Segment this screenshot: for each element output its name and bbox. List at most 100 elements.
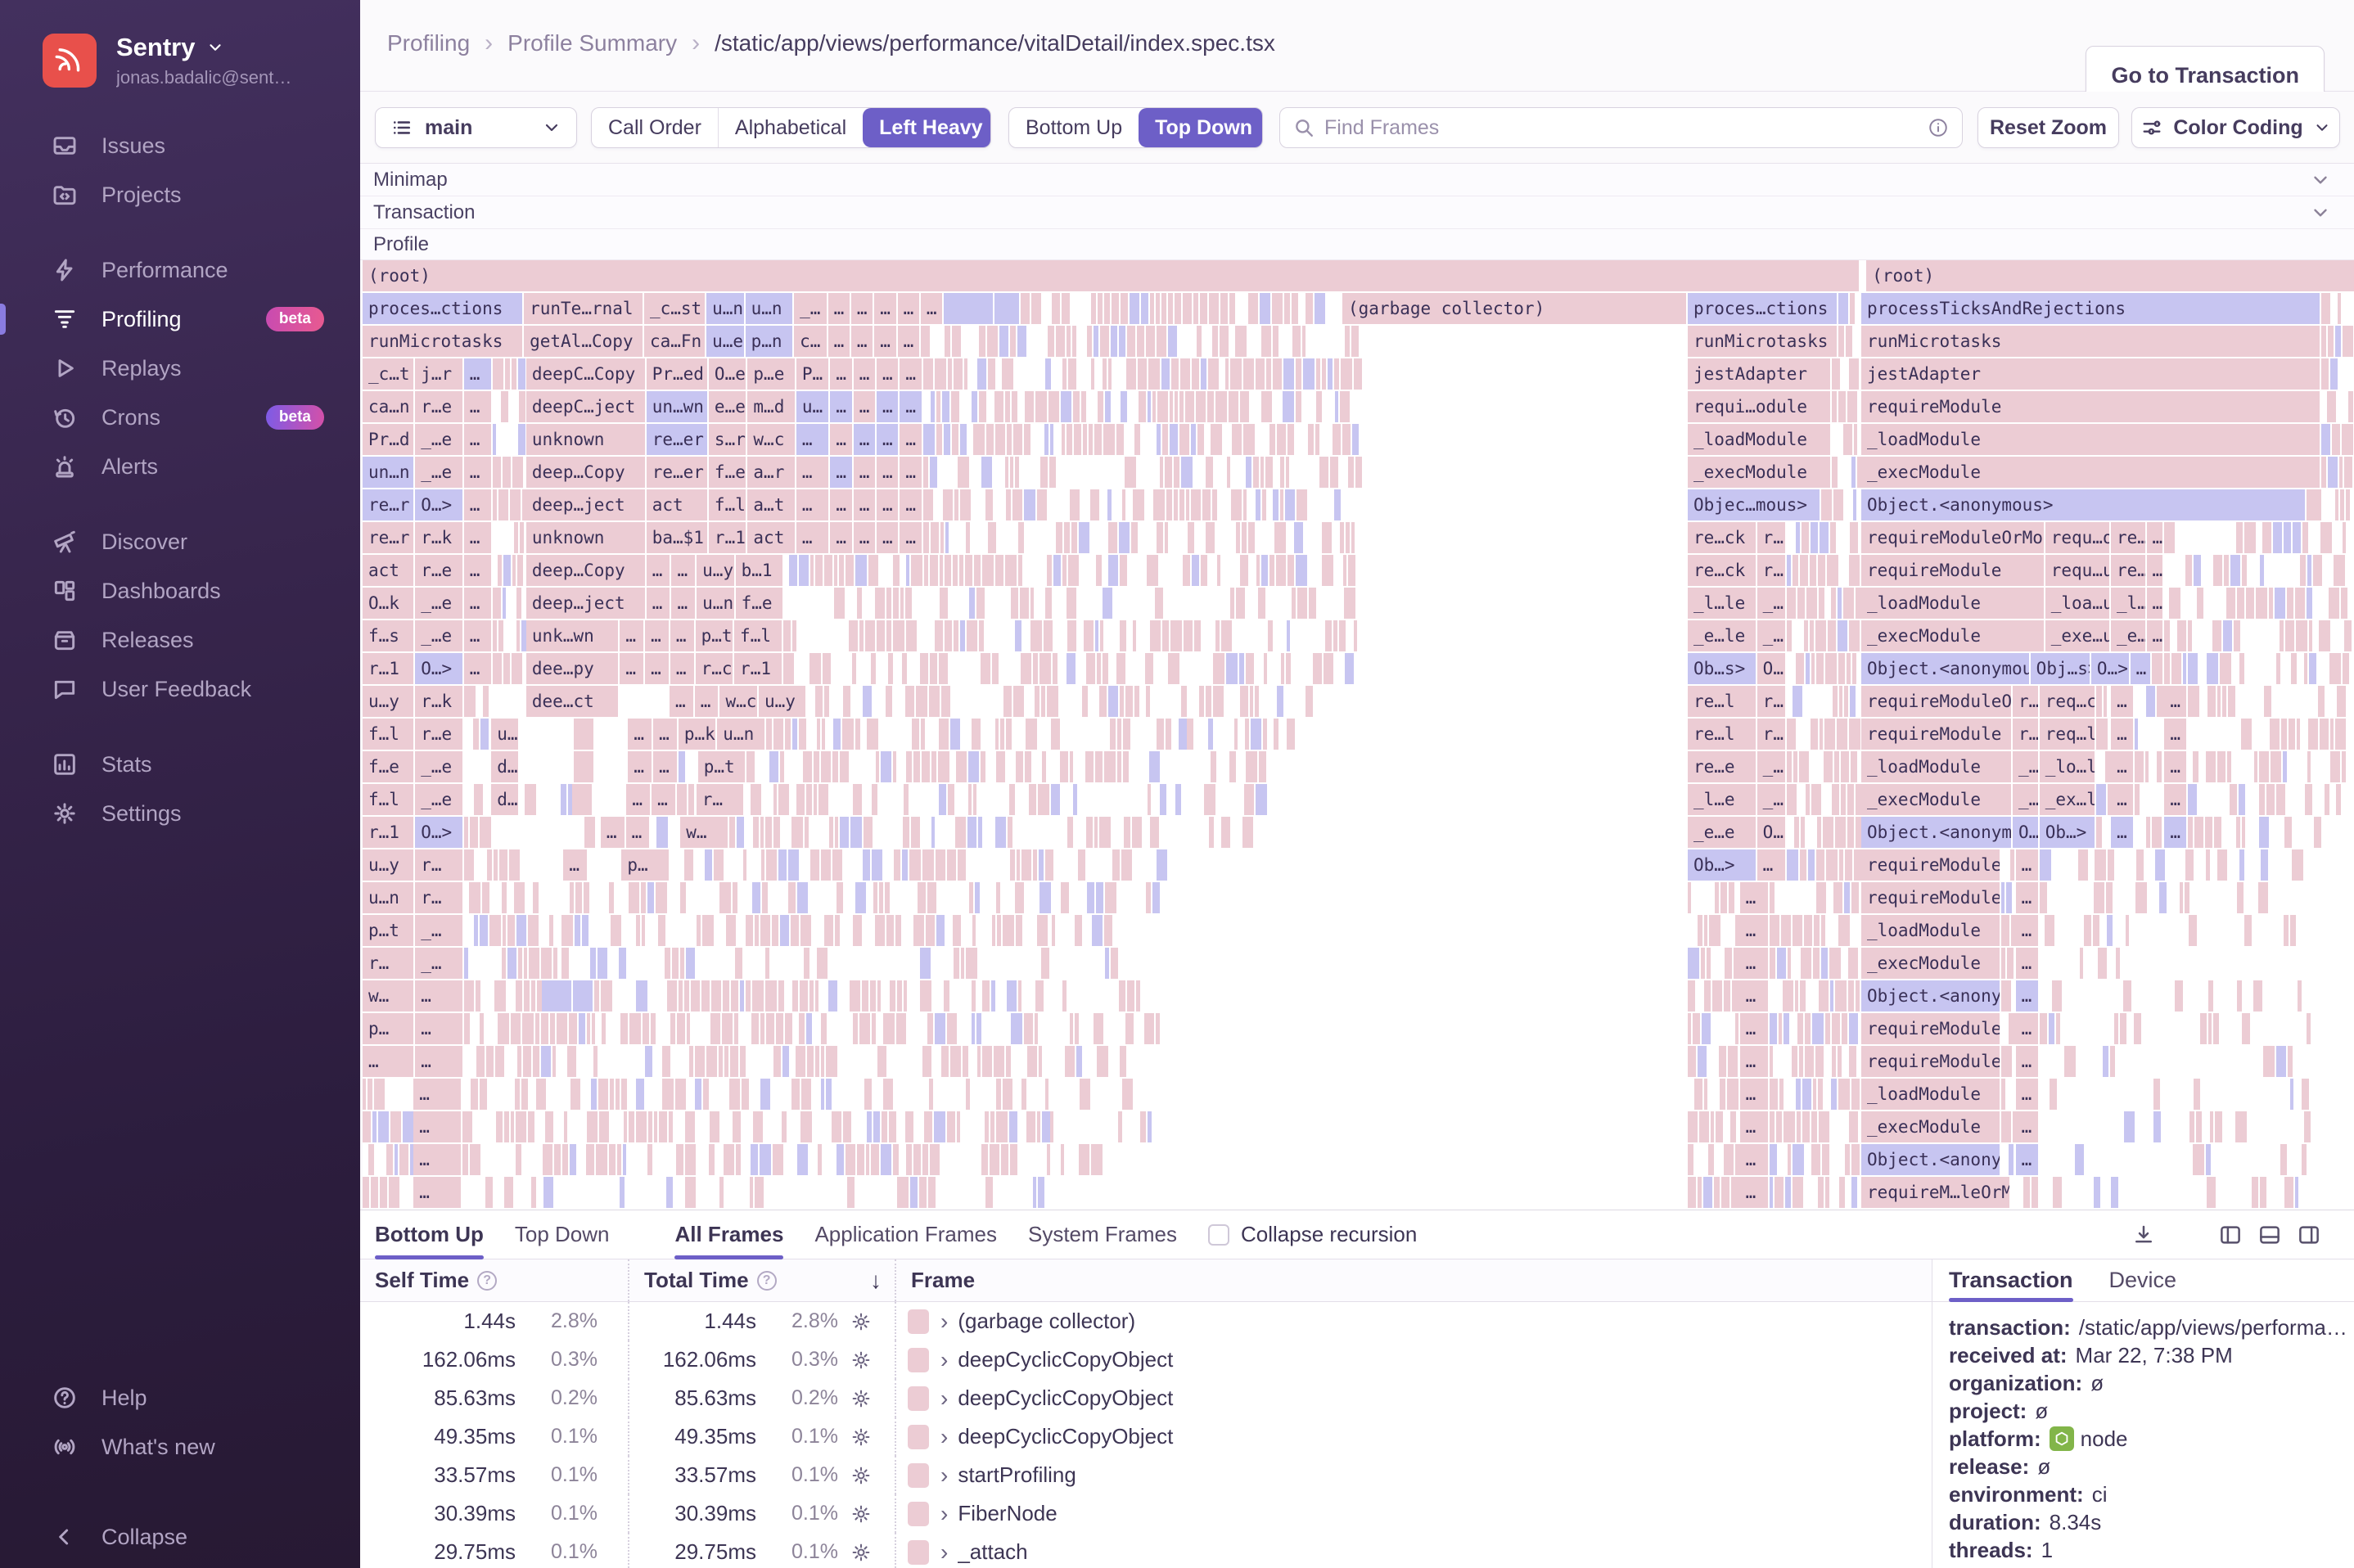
frame-cell[interactable]: › (garbage collector) [896, 1309, 1932, 1335]
download-icon[interactable] [2131, 1223, 2156, 1247]
flame-frame[interactable]: a…t [747, 489, 795, 520]
flame-frame[interactable]: deep…Copy [525, 555, 645, 586]
flame-frame[interactable]: … [563, 849, 588, 881]
flame-frame[interactable]: w…c [719, 686, 757, 717]
flame-frame[interactable]: un…wn [646, 391, 707, 422]
frame-cell[interactable]: › FiberNode [896, 1501, 1932, 1527]
table-row[interactable]: 162.06ms 0.3% 162.06ms 0.3% › deepCyclicCopyO… [360, 1340, 1932, 1379]
flame-frame[interactable]: … [830, 391, 852, 422]
flame-frame[interactable]: … [2164, 817, 2187, 848]
flame-frame[interactable]: w… [680, 817, 728, 848]
flame-frame[interactable]: deepC…ject [525, 391, 645, 422]
flame-frame[interactable]: Ob…> [1688, 849, 1756, 881]
flame-frame[interactable]: _loadModule [1861, 751, 2011, 782]
flame-frame[interactable]: deep…ject [525, 489, 645, 520]
table-row[interactable]: 33.57ms 0.1% 33.57ms 0.1% › startProfiling [360, 1456, 1932, 1494]
flame-frame[interactable]: p…e [747, 358, 795, 390]
column-header-frame[interactable]: Frame [896, 1259, 1932, 1301]
flame-frame[interactable]: p…n [745, 326, 793, 357]
flame-frame[interactable]: … [2111, 784, 2134, 815]
gear-icon[interactable] [850, 1387, 873, 1410]
flame-frame[interactable]: _execModule [1861, 784, 2011, 815]
flame-frame[interactable]: jestAdapter [1861, 358, 2320, 390]
sidebar-item-replays[interactable]: Replays [0, 344, 360, 393]
flame-frame[interactable]: … [877, 522, 899, 553]
chevron-down-icon[interactable] [2310, 202, 2331, 223]
flame-frame[interactable]: … [853, 424, 876, 455]
flame-frame[interactable]: … [1739, 1046, 1768, 1077]
flame-frame[interactable]: b…1 [735, 555, 783, 586]
flame-frame[interactable]: requireModule [1861, 719, 2011, 750]
flame-frame[interactable]: f…e [708, 457, 746, 488]
gear-icon[interactable] [850, 1503, 873, 1525]
flame-frame[interactable]: … [1739, 915, 1768, 946]
flame-frame[interactable]: unknown [525, 424, 645, 455]
flame-frame[interactable]: … [900, 522, 922, 553]
panel-left-icon[interactable] [2218, 1223, 2243, 1247]
flame-frame[interactable]: … [620, 653, 644, 684]
flame-frame[interactable]: r… [2013, 686, 2038, 717]
flame-frame[interactable]: deepC…Copy [525, 358, 645, 390]
flame-frame[interactable]: … [830, 358, 852, 390]
flame-frame[interactable]: … [1739, 1177, 1768, 1208]
flame-frame[interactable] [573, 980, 593, 1012]
flame-frame[interactable]: deep…Copy [525, 457, 645, 488]
flame-frame[interactable]: r…c [695, 653, 733, 684]
gear-icon[interactable] [850, 1310, 873, 1333]
flame-frame[interactable]: r… [2013, 719, 2038, 750]
flame-frame[interactable]: … [830, 424, 852, 455]
flame-frame[interactable]: … [900, 424, 922, 455]
flame-frame[interactable]: … [670, 653, 694, 684]
sidebar-footer-what-s-new[interactable]: What's new [0, 1422, 360, 1471]
sidebar-footer-collapse[interactable]: Collapse [0, 1512, 360, 1561]
panel-right-icon[interactable] [2297, 1223, 2321, 1247]
flame-frame[interactable]: requireModuleOrMock [1861, 1013, 2000, 1044]
flame-frame[interactable]: _… [1756, 751, 1785, 782]
flame-frame[interactable]: j…r [415, 358, 462, 390]
flame-frame[interactable]: getAl…Copy [524, 326, 643, 357]
tab-system-frames[interactable]: System Frames [1028, 1210, 1177, 1259]
flame-frame[interactable]: … [853, 391, 876, 422]
flame-frame[interactable]: unk…wn [525, 620, 619, 651]
flame-frame[interactable]: … [828, 293, 850, 324]
flame-frame[interactable]: act [747, 522, 795, 553]
flame-frame[interactable]: r… [1756, 686, 1785, 717]
sort-option-call-order[interactable]: Call Order [592, 108, 718, 147]
flame-frame[interactable]: re…ck [1688, 555, 1756, 586]
flame-frame[interactable]: u…n [697, 588, 734, 619]
flame-frame[interactable]: u…n [745, 293, 793, 324]
thread-selector[interactable]: main [375, 107, 577, 148]
flame-frame[interactable]: … [1739, 948, 1768, 979]
table-row[interactable]: 30.39ms 0.1% 30.39ms 0.1% › FiberNode [360, 1494, 1932, 1533]
sidebar-item-crons[interactable]: Crons beta [0, 393, 360, 442]
flame-frame[interactable]: requireModuleOrMock [1861, 849, 2000, 881]
column-header-total-time[interactable]: Total Time? ↓ [629, 1259, 896, 1301]
flame-frame[interactable]: … [1756, 849, 1785, 881]
find-frames-search[interactable] [1279, 107, 1963, 148]
reset-zoom-button[interactable]: Reset Zoom [1977, 107, 2119, 148]
breadcrumb-profile-summary[interactable]: Profile Summary [507, 30, 677, 56]
flame-frame[interactable]: … [796, 424, 829, 455]
flame-frame[interactable]: re…l [1688, 719, 1756, 750]
flame-frame[interactable]: (root) [363, 260, 1860, 291]
flame-frame[interactable]: … [2164, 784, 2187, 815]
flame-frame[interactable]: re…ck [1688, 522, 1756, 553]
flame-frame[interactable]: … [626, 784, 651, 815]
flame-frame[interactable]: u…n [717, 719, 764, 750]
flame-frame[interactable]: r… [415, 882, 462, 913]
flame-frame[interactable]: Object.<anonymous> [1861, 980, 2000, 1012]
flame-frame[interactable]: … [463, 555, 492, 586]
table-row[interactable]: 29.75ms 0.1% 29.75ms 0.1% › _attach [360, 1533, 1932, 1568]
flame-frame[interactable]: … [2111, 686, 2134, 717]
flame-frame[interactable]: … [463, 489, 492, 520]
flame-frame[interactable]: … [2146, 588, 2163, 619]
flame-frame[interactable]: r… [696, 784, 744, 815]
flame-frame[interactable]: _… [415, 948, 462, 979]
flame-frame[interactable]: proces…ctions [363, 293, 523, 324]
flame-frame[interactable]: … [620, 620, 644, 651]
flame-frame[interactable]: … [853, 457, 876, 488]
sidebar-item-discover[interactable]: Discover [0, 517, 360, 566]
flame-frame[interactable]: re…k [2110, 522, 2145, 553]
flame-frame[interactable]: ca…n [363, 391, 414, 422]
flame-frame[interactable]: … [2146, 522, 2163, 553]
